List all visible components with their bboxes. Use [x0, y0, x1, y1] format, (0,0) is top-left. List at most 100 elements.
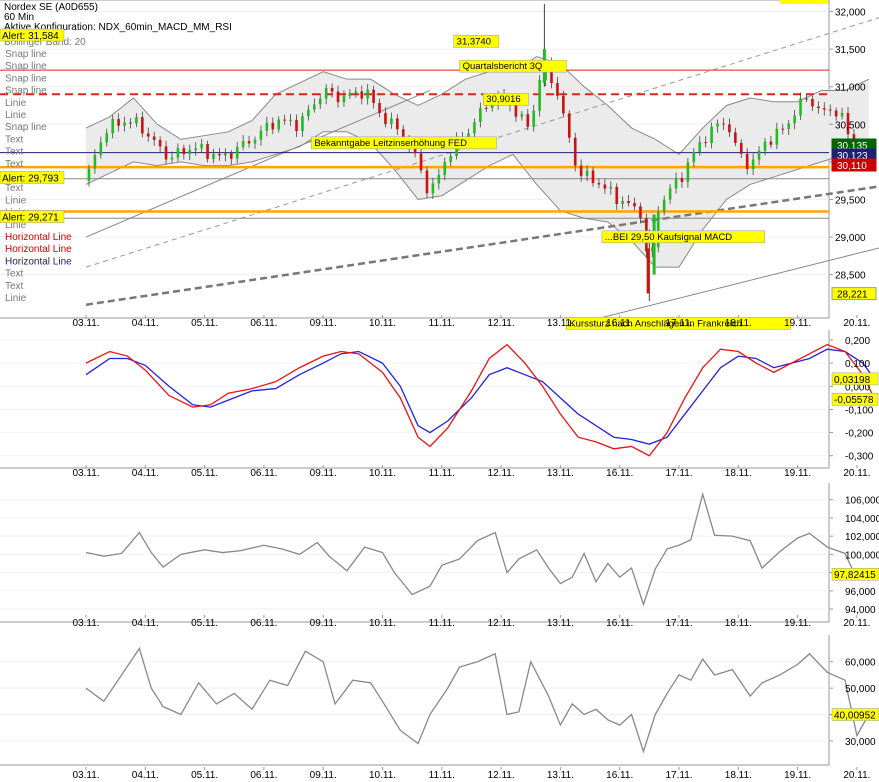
candle-body: [597, 183, 601, 185]
candle-body: [194, 148, 198, 150]
axis-tick-label: 50,000: [845, 684, 876, 695]
candle-body: [372, 89, 375, 103]
date-label: 18.11.: [725, 318, 752, 329]
candle-body: [633, 203, 636, 207]
candle-body: [562, 95, 565, 114]
date-label: 18.11.: [725, 618, 752, 629]
date-label: 09.11.: [310, 770, 337, 781]
date-label: 04.11.: [132, 468, 159, 479]
candle-body: [538, 80, 541, 111]
price-tag-text: 30,110: [837, 161, 867, 172]
candle-body: [621, 200, 624, 204]
date-label: 06.11.: [250, 618, 277, 629]
candle-body: [698, 142, 702, 153]
candle-body: [668, 188, 672, 200]
date-label: 20.11.: [843, 618, 870, 629]
candle-body: [229, 153, 233, 159]
candle-body: [123, 122, 126, 126]
candle-body: [728, 124, 731, 133]
indicator2-tag-text: 40,00952: [834, 711, 876, 722]
candle-body: [378, 102, 381, 113]
price-tick-label: 29,500: [835, 195, 866, 206]
candle-body: [763, 141, 767, 151]
candle-body: [396, 118, 399, 130]
annotation-text: ...BEI 29,50 Kaufsignal MACD: [605, 232, 732, 243]
candle-body: [799, 98, 802, 116]
axis-tick-label: -0,100: [845, 405, 874, 416]
candle-body: [828, 109, 832, 111]
candle-body: [704, 142, 707, 144]
object-list-item: Horizontal Line: [5, 232, 72, 243]
annotation-text: 30,9016: [486, 94, 520, 105]
candle-body: [295, 119, 298, 132]
candle-body: [579, 165, 583, 177]
annotation-text: Kurssturz nach Anschlägen in Frankreich: [569, 318, 742, 329]
price-tick-label: 31,500: [835, 45, 866, 56]
axis-tick-label: 102,000: [845, 532, 879, 543]
candle-body: [188, 149, 192, 155]
candle-body: [117, 119, 120, 126]
candle-body: [639, 206, 642, 219]
candle-body: [787, 123, 791, 129]
date-label: 10.11.: [369, 318, 396, 329]
candle-body: [330, 87, 334, 92]
candle-body: [360, 91, 364, 99]
candle-body: [716, 123, 719, 127]
candle-body: [301, 116, 304, 132]
candle-body: [585, 170, 589, 177]
candle-body: [241, 141, 245, 148]
date-label: 12.11.: [488, 468, 515, 479]
date-label: 06.11.: [250, 318, 277, 329]
date-label: 10.11.: [369, 618, 396, 629]
object-list-item: Snap line: [5, 49, 47, 60]
candle-body: [235, 147, 239, 159]
object-list-item: Text: [5, 281, 24, 292]
candle-body: [129, 122, 132, 124]
candle-body: [384, 112, 387, 125]
candle-body: [674, 178, 678, 189]
candle-body-crash: [646, 248, 650, 294]
date-label: 09.11.: [310, 468, 337, 479]
candle-body: [318, 98, 322, 105]
date-label: 19.11.: [784, 468, 811, 479]
date-label: 16.11.: [606, 618, 633, 629]
axis-tick-label: 60,000: [845, 658, 876, 669]
macd-tag-text: -0,05578: [834, 395, 874, 406]
date-label: 17.11.: [665, 468, 692, 479]
candle-body: [722, 123, 725, 125]
candle-body: [479, 107, 482, 123]
alert-text: Alert: 31,584: [2, 31, 59, 42]
candle-body: [680, 178, 684, 182]
date-label: 20.11.: [843, 318, 870, 329]
candle-body: [313, 104, 316, 110]
candle-body: [692, 152, 696, 163]
candle-body: [182, 148, 186, 155]
date-label: 19.11.: [784, 770, 811, 781]
object-list-item: Linie: [5, 195, 27, 206]
date-label: 11.11.: [429, 468, 455, 479]
candle-body: [324, 87, 328, 99]
candle-body: [443, 162, 447, 175]
date-label: 10.11.: [369, 468, 396, 479]
date-label: 13.11.: [547, 618, 574, 629]
date-label: 18.11.: [725, 770, 752, 781]
candle-body: [662, 199, 666, 212]
candle-body: [336, 91, 340, 103]
candle-body: [591, 170, 595, 184]
axis-tick-label: 0,200: [845, 336, 870, 347]
candle-body: [745, 153, 749, 170]
candle-body: [775, 128, 779, 145]
price-tick-label: 30,500: [835, 120, 866, 131]
date-label: 11.11.: [429, 618, 455, 629]
axis-tick-label: 0,100: [845, 359, 870, 370]
candle-body: [247, 141, 251, 144]
axis-tick-label: 104,000: [845, 514, 879, 525]
object-list-item: Horizontal Line: [5, 256, 72, 267]
candle-body: [840, 113, 844, 117]
candle-body: [176, 148, 180, 158]
candle-body: [781, 128, 785, 130]
alert-text: Alert: 29,793: [2, 173, 59, 184]
axis-tick-label: 96,000: [845, 587, 876, 598]
date-label: 17.11.: [665, 770, 692, 781]
date-label: 03.11.: [72, 468, 99, 479]
